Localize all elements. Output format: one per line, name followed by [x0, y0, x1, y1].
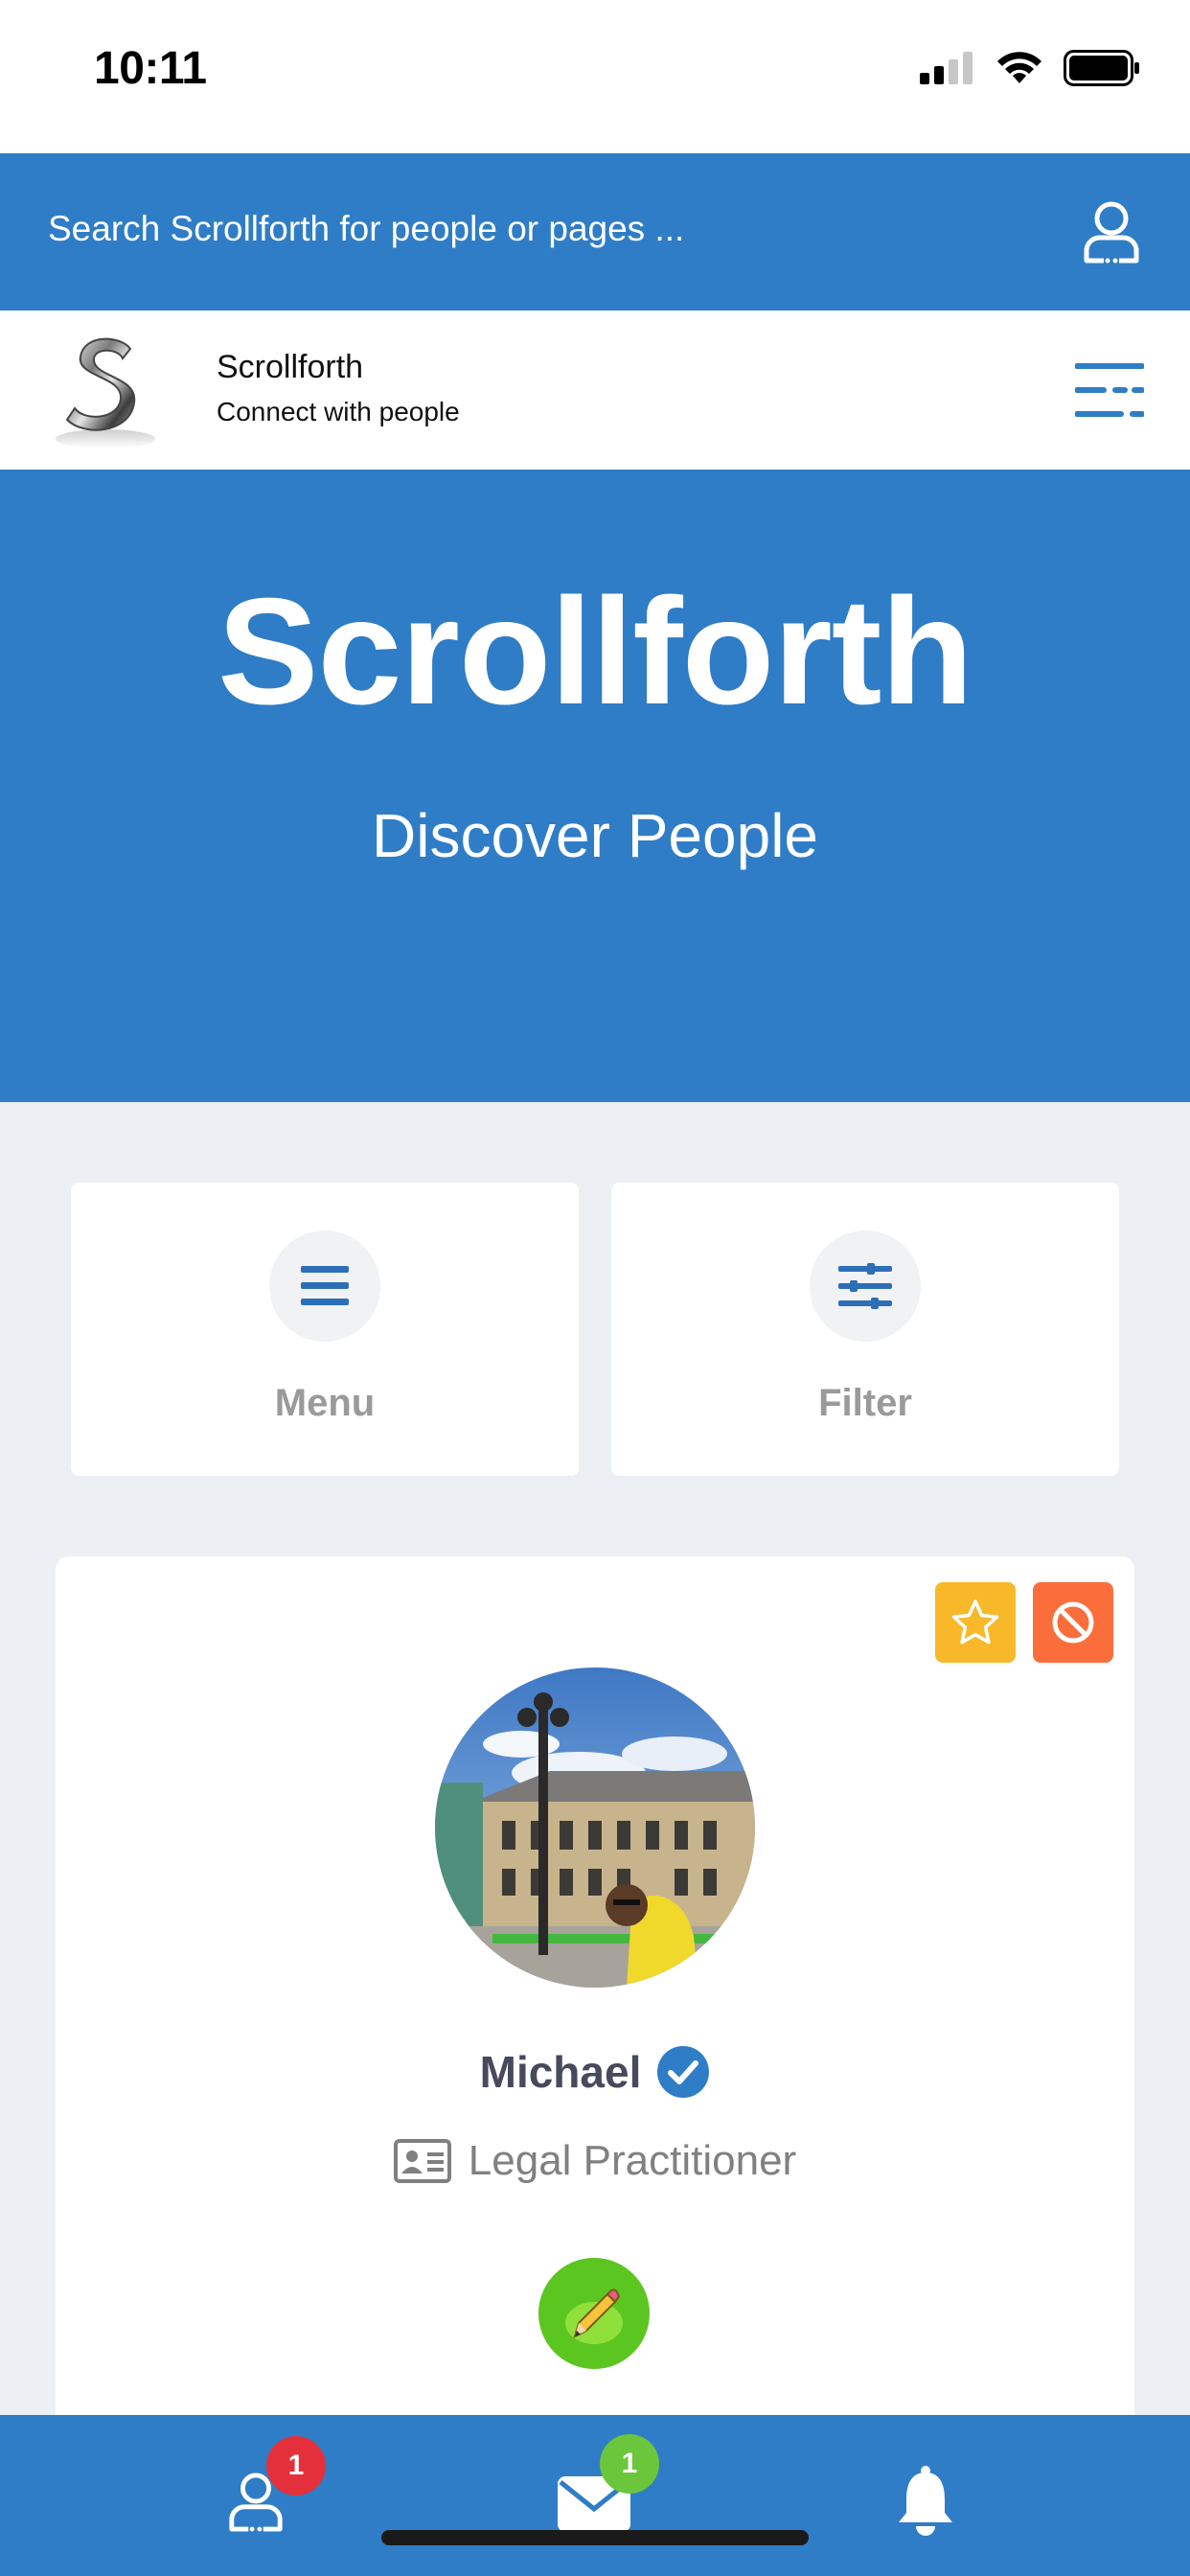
search-bar[interactable]: Search Scrollforth for people or pages .… — [0, 153, 1190, 310]
profile-name-row: Michael — [56, 2045, 1134, 2099]
brand-tagline: Connect with people — [217, 397, 460, 426]
hero-banner: Scrollforth Discover People — [0, 470, 1190, 1102]
status-icons — [920, 50, 1140, 86]
profession: Legal Practitioner — [468, 2137, 797, 2184]
user-icon[interactable] — [1081, 199, 1142, 266]
profession-row: Legal Practitioner — [56, 2137, 1134, 2185]
status-bar: 10:11 — [0, 0, 1190, 153]
brand-bar: Scrollforth Connect with people — [0, 310, 1190, 470]
status-time: 10:11 — [94, 43, 207, 94]
profile-photo — [435, 1668, 755, 1988]
home-indicator[interactable] — [381, 2530, 809, 2545]
nav-profile[interactable]: 1 — [213, 2436, 326, 2543]
cellular-signal-icon — [920, 52, 973, 84]
scrollforth-logo[interactable] — [46, 328, 165, 452]
pencil-icon — [565, 2288, 623, 2344]
avatar[interactable] — [435, 1668, 755, 1988]
menu-tile-label: Menu — [274, 1382, 376, 1424]
sliders-icon — [838, 1263, 892, 1309]
block-button[interactable] — [1033, 1582, 1113, 1663]
battery-icon — [1064, 50, 1139, 86]
block-icon — [1052, 1601, 1094, 1644]
filter-tile-label: Filter — [818, 1382, 912, 1424]
edit-button[interactable] — [538, 2258, 650, 2369]
wifi-icon — [997, 52, 1041, 83]
menu-lines-icon[interactable] — [1075, 360, 1144, 420]
id-card-icon — [393, 2139, 451, 2183]
profile-name[interactable]: Michael — [480, 2046, 642, 2098]
hero-subtitle: Discover People — [372, 801, 818, 870]
star-icon — [951, 1599, 999, 1644]
bell-icon — [899, 2466, 952, 2536]
nav-notifications[interactable] — [883, 2457, 970, 2543]
bottom-nav: 1 1 — [0, 2415, 1190, 2576]
filter-icon-circle — [810, 1230, 921, 1342]
messages-badge: 1 — [600, 2434, 659, 2494]
profile-badge: 1 — [266, 2436, 326, 2496]
menu-tile[interactable]: Menu — [71, 1183, 579, 1476]
search-input[interactable]: Search Scrollforth for people or pages .… — [48, 209, 684, 249]
verified-check-icon — [657, 2046, 710, 2098]
hero-title: Scrollforth — [217, 567, 973, 736]
brand-name: Scrollforth — [217, 349, 364, 385]
hamburger-icon — [301, 1266, 349, 1305]
favorite-button[interactable] — [935, 1582, 1016, 1663]
filter-tile[interactable]: Filter — [611, 1183, 1119, 1476]
menu-icon-circle — [269, 1230, 380, 1342]
